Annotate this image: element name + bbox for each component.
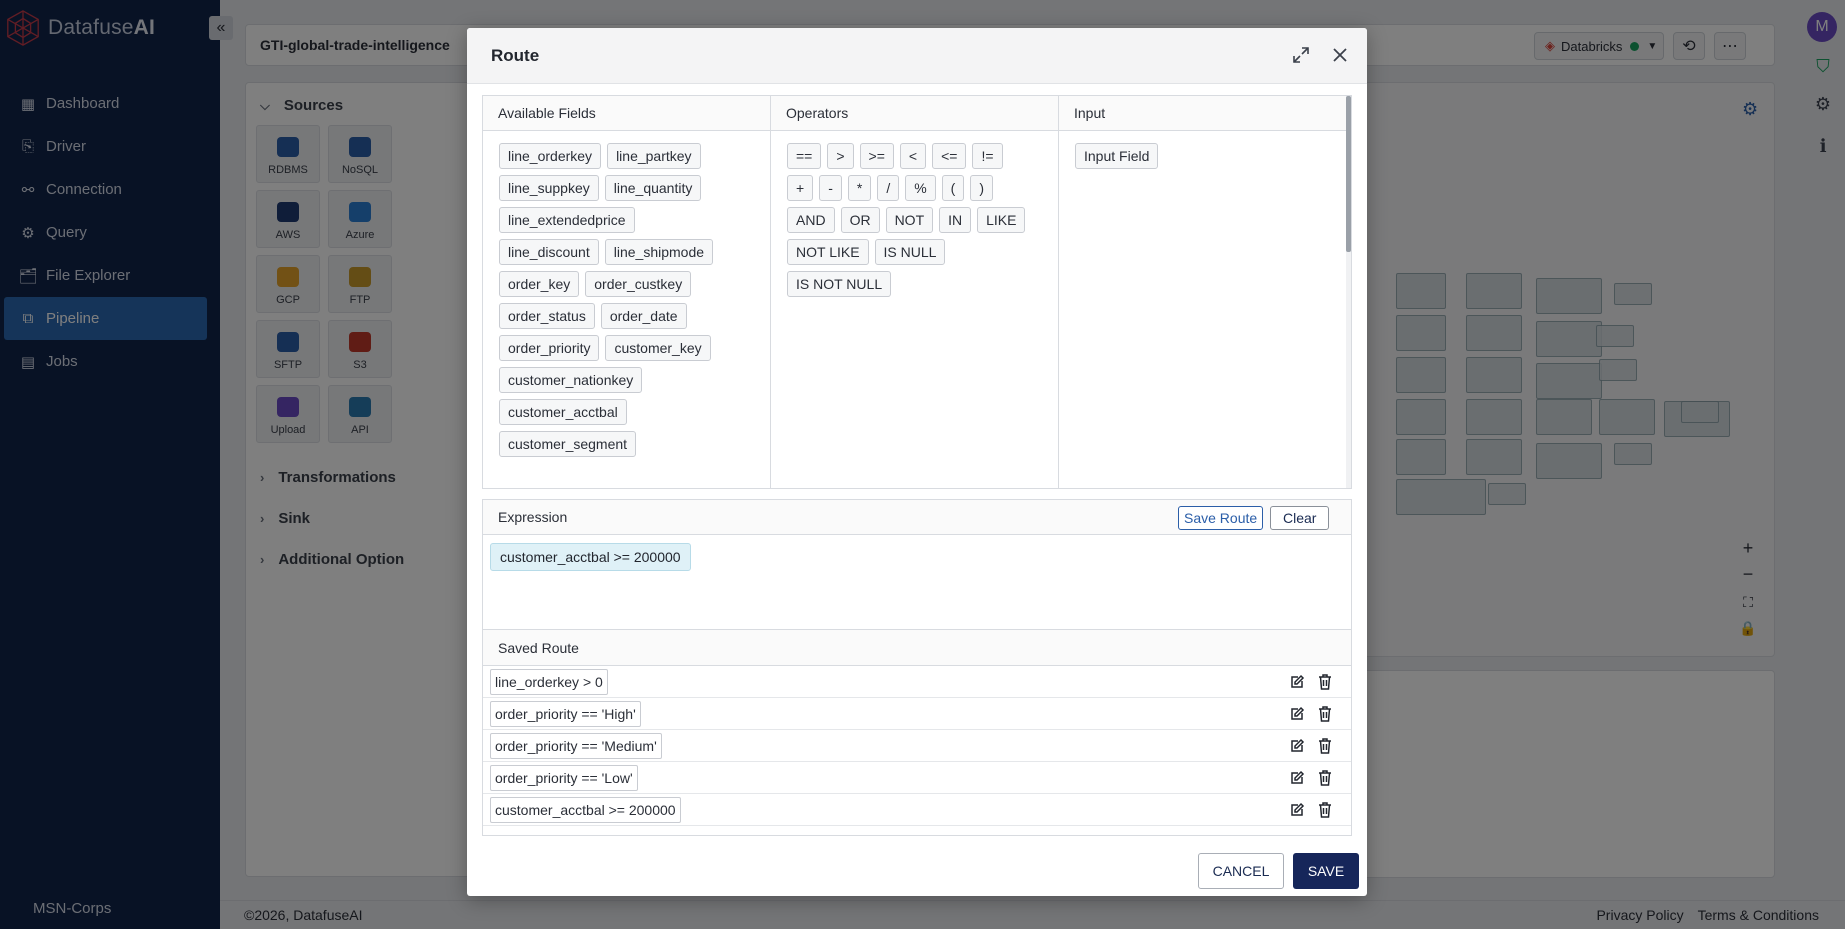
field-chip[interactable]: order_status [499,303,595,329]
saved-route-row: order_priority == 'Medium' [483,730,1351,762]
builder-scrollbar[interactable] [1346,96,1351,488]
operator-chip[interactable]: AND [787,207,835,233]
field-chip[interactable]: order_key [499,271,580,297]
available-fields-column: Available Fields line_orderkey line_partk… [483,96,771,488]
operators-header: Operators [771,96,1058,131]
input-column: Input Input Field [1059,96,1351,488]
field-chip[interactable]: line_orderkey [499,143,602,169]
saved-route-row: customer_acctbal >= 200000 [483,794,1351,826]
trash-icon[interactable] [1314,671,1336,693]
field-chip[interactable]: order_priority [499,335,600,361]
operator-chip[interactable]: OR [840,207,880,233]
saved-route-row: order_priority == 'Low' [483,762,1351,794]
saved-route-header: Saved Route [483,630,1351,666]
trash-icon[interactable] [1314,735,1336,757]
operator-chip[interactable]: >= [859,143,894,169]
saved-route-expression: customer_acctbal >= 200000 [490,797,681,823]
field-chip[interactable]: line_discount [499,239,599,265]
edit-icon[interactable] [1286,671,1308,693]
modal-header: Route [467,28,1367,84]
saved-route-expression: line_orderkey > 0 [490,669,608,695]
operator-chip[interactable]: IS NULL [874,239,946,265]
scrollbar-thumb[interactable] [1346,96,1351,252]
saved-route-row: order_priority == 'High' [483,698,1351,730]
clear-button[interactable]: Clear [1270,506,1330,530]
operator-chip[interactable]: != [972,143,1003,169]
operators-list: == > >= < <= != + - * /%() AND OR NOT IN LIKE NOT LIKE I… [771,131,1058,303]
operator-chip[interactable]: <= [932,143,967,169]
saved-route-row: line_orderkey > 0 [483,666,1351,698]
modal-title: Route [491,46,540,65]
field-chip[interactable]: customer_acctbal [499,399,627,425]
expression-label: Expression [498,509,568,525]
operator-chip[interactable]: LIKE [977,207,1026,233]
expression-token[interactable]: customer_acctbal >= 200000 [490,543,691,571]
operator-chip[interactable]: % [905,175,936,201]
trash-icon[interactable] [1314,703,1336,725]
field-chip[interactable]: line_extendedprice [499,207,635,233]
operator-chip[interactable]: < [899,143,927,169]
field-chip[interactable]: line_suppkey [499,175,599,201]
operator-chip[interactable]: > [827,143,854,169]
operator-chip[interactable]: / [877,175,900,201]
field-chip[interactable]: line_partkey [607,143,701,169]
edit-icon[interactable] [1286,767,1308,789]
operator-chip[interactable]: * [847,175,872,201]
operator-chip[interactable]: NOT LIKE [787,239,869,265]
route-builder: Available Fields line_orderkey line_partk… [482,95,1352,489]
field-chip[interactable]: line_shipmode [604,239,714,265]
edit-icon[interactable] [1286,799,1308,821]
field-chip[interactable]: order_custkey [585,271,692,297]
saved-route-expression: order_priority == 'Low' [490,765,638,791]
save-button[interactable]: SAVE [1293,853,1359,889]
available-fields-list: line_orderkey line_partkey line_suppkey lin… [483,131,770,463]
close-icon [1333,48,1347,62]
close-button[interactable] [1326,41,1354,69]
edit-icon[interactable] [1286,735,1308,757]
expression-header: Expression Save Route Clear [483,500,1351,535]
operator-chip[interactable]: - [819,175,842,201]
operator-chip[interactable]: IS NOT NULL [787,271,892,297]
save-route-button[interactable]: Save Route [1178,506,1264,530]
expression-panel: Expression Save Route Clear customer_acc… [482,499,1352,645]
saved-route-expression: order_priority == 'Medium' [490,733,662,759]
field-chip[interactable]: customer_segment [499,431,637,457]
operator-chip[interactable]: ) [970,175,993,201]
input-field-chip[interactable]: Input Field [1075,143,1159,169]
available-fields-header: Available Fields [483,96,770,131]
route-modal: Route Available Fields line_orderkey line… [467,28,1367,896]
saved-route-expression: order_priority == 'High' [490,701,641,727]
saved-route-panel: Saved Route line_orderkey > 0 order_prior… [482,629,1352,836]
operator-chip[interactable]: + [787,175,814,201]
operator-chip[interactable]: IN [939,207,972,233]
field-chip[interactable]: customer_key [605,335,711,361]
operator-chip[interactable]: == [787,143,822,169]
operator-chip[interactable]: ( [941,175,965,201]
input-header: Input [1059,96,1351,131]
field-chip[interactable]: order_date [600,303,687,329]
operator-chip[interactable]: NOT [885,207,934,233]
field-chip[interactable]: customer_nationkey [499,367,643,393]
operators-column: Operators == > >= < <= != + - * /%() AND OR NOT IN LIK… [771,96,1059,488]
trash-icon[interactable] [1314,767,1336,789]
cancel-button[interactable]: CANCEL [1198,853,1284,889]
input-list: Input Field [1059,131,1351,175]
expand-button[interactable] [1287,41,1315,69]
trash-icon[interactable] [1314,799,1336,821]
expand-icon [1293,47,1309,63]
edit-icon[interactable] [1286,703,1308,725]
field-chip[interactable]: line_quantity [604,175,702,201]
